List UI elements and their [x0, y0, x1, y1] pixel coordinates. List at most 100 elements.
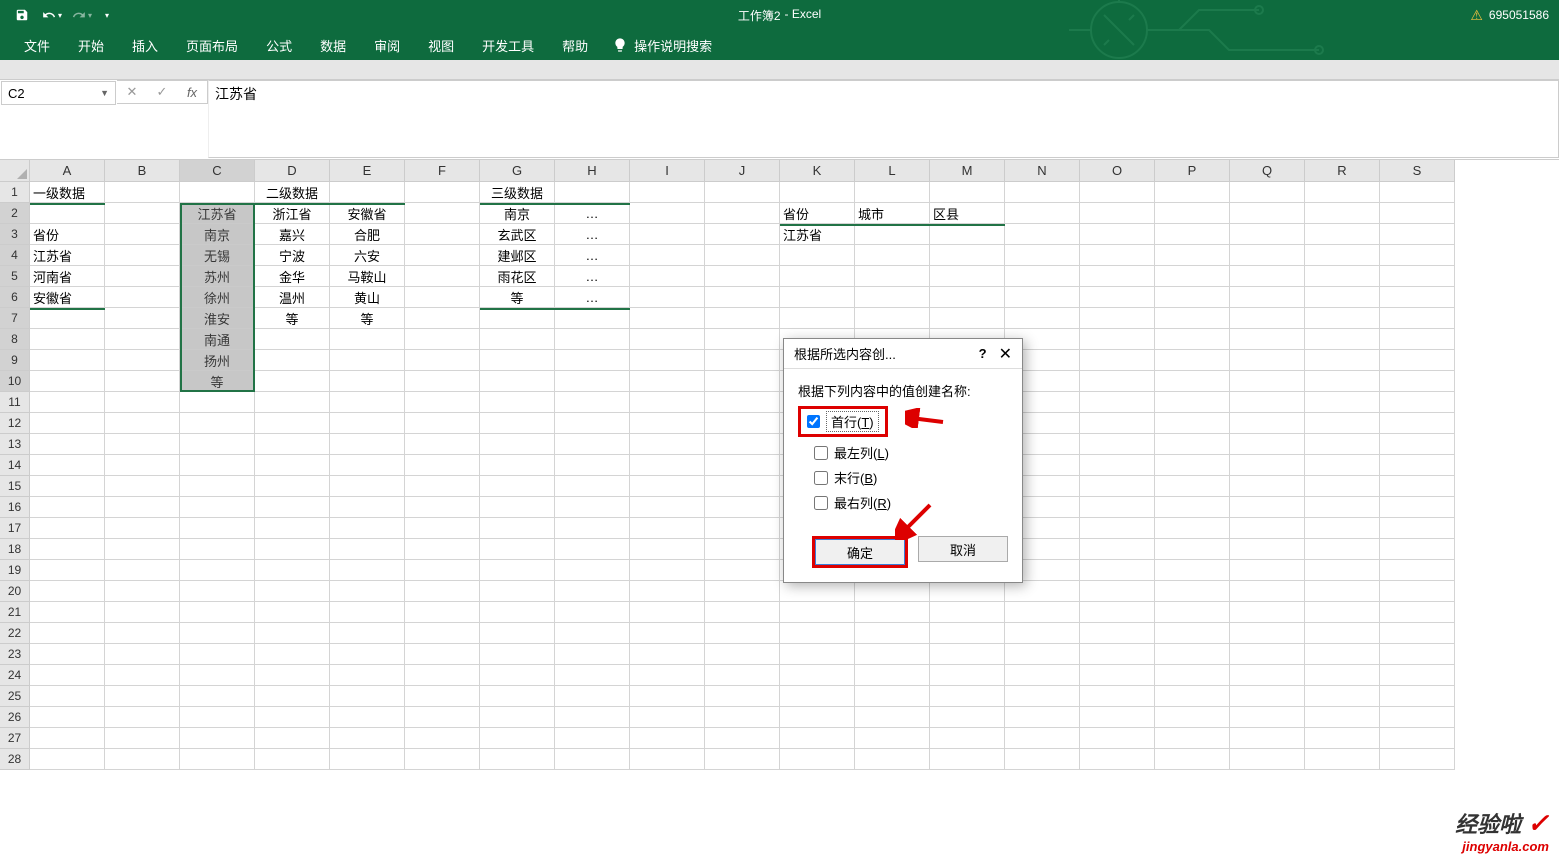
cell[interactable] — [1380, 728, 1455, 749]
cell[interactable] — [780, 287, 855, 308]
cell[interactable] — [1155, 686, 1230, 707]
cell[interactable]: 等 — [330, 308, 405, 329]
cell[interactable] — [1080, 644, 1155, 665]
cell[interactable] — [1305, 560, 1380, 581]
cell[interactable]: … — [555, 203, 630, 224]
cell[interactable] — [555, 413, 630, 434]
cell[interactable] — [705, 224, 780, 245]
cell[interactable] — [405, 518, 480, 539]
cell[interactable] — [1080, 665, 1155, 686]
cell[interactable] — [480, 329, 555, 350]
cell[interactable] — [330, 707, 405, 728]
cell[interactable] — [705, 497, 780, 518]
cell[interactable] — [630, 686, 705, 707]
cell[interactable] — [630, 287, 705, 308]
row-header[interactable]: 21 — [0, 602, 30, 623]
tab-formulas[interactable]: 公式 — [252, 30, 306, 61]
row-header[interactable]: 18 — [0, 539, 30, 560]
cell[interactable]: 无锡 — [180, 245, 255, 266]
cell[interactable] — [480, 665, 555, 686]
cell[interactable] — [180, 749, 255, 770]
cell[interactable] — [330, 728, 405, 749]
column-header[interactable]: S — [1380, 160, 1455, 182]
cell[interactable] — [480, 455, 555, 476]
cell[interactable] — [705, 434, 780, 455]
cell[interactable] — [705, 644, 780, 665]
cell[interactable] — [1230, 287, 1305, 308]
cell[interactable] — [1080, 182, 1155, 203]
cell[interactable] — [705, 602, 780, 623]
cell[interactable] — [255, 371, 330, 392]
cell[interactable] — [30, 686, 105, 707]
cell[interactable] — [255, 581, 330, 602]
cell[interactable] — [405, 665, 480, 686]
cell[interactable] — [930, 224, 1005, 245]
cell[interactable] — [1080, 224, 1155, 245]
cell[interactable] — [780, 182, 855, 203]
cell[interactable] — [930, 644, 1005, 665]
cell[interactable] — [1305, 749, 1380, 770]
cell[interactable] — [105, 518, 180, 539]
cell[interactable] — [1305, 602, 1380, 623]
formula-input[interactable]: 江苏省 — [208, 80, 1559, 158]
cell[interactable] — [780, 728, 855, 749]
cell[interactable] — [1080, 413, 1155, 434]
cell[interactable] — [105, 539, 180, 560]
cell[interactable] — [180, 623, 255, 644]
row-header[interactable]: 8 — [0, 329, 30, 350]
cell[interactable] — [630, 434, 705, 455]
cell[interactable] — [630, 707, 705, 728]
cell[interactable] — [105, 224, 180, 245]
tab-pagelayout[interactable]: 页面布局 — [172, 30, 252, 61]
cell[interactable]: 江苏省 — [30, 245, 105, 266]
cell[interactable] — [1380, 182, 1455, 203]
cell[interactable] — [855, 707, 930, 728]
cell[interactable] — [1080, 560, 1155, 581]
cell[interactable] — [705, 350, 780, 371]
cell[interactable] — [30, 392, 105, 413]
cell[interactable] — [1005, 203, 1080, 224]
cell[interactable] — [555, 644, 630, 665]
cell[interactable] — [1380, 455, 1455, 476]
cell[interactable] — [555, 602, 630, 623]
cell[interactable] — [705, 665, 780, 686]
cell[interactable] — [705, 371, 780, 392]
redo-button[interactable]: ▾ — [68, 3, 96, 27]
row-header[interactable]: 9 — [0, 350, 30, 371]
cell[interactable] — [555, 518, 630, 539]
cell[interactable] — [1155, 329, 1230, 350]
cell[interactable] — [1305, 707, 1380, 728]
cell[interactable] — [105, 644, 180, 665]
cell[interactable] — [630, 539, 705, 560]
cell[interactable] — [555, 686, 630, 707]
cell[interactable] — [480, 749, 555, 770]
cell[interactable] — [105, 728, 180, 749]
cell[interactable] — [1080, 287, 1155, 308]
cell[interactable] — [30, 707, 105, 728]
cell[interactable] — [855, 287, 930, 308]
cell[interactable] — [1380, 539, 1455, 560]
cell[interactable] — [480, 581, 555, 602]
cell[interactable] — [1080, 602, 1155, 623]
cell[interactable] — [255, 644, 330, 665]
cell[interactable] — [930, 266, 1005, 287]
cell[interactable] — [180, 728, 255, 749]
cell[interactable]: 江苏省 — [780, 224, 855, 245]
cell[interactable] — [555, 623, 630, 644]
cell[interactable] — [480, 539, 555, 560]
cell[interactable]: 扬州 — [180, 350, 255, 371]
cancel-button[interactable]: 取消 — [918, 536, 1008, 562]
cell[interactable] — [405, 644, 480, 665]
cell[interactable] — [1230, 707, 1305, 728]
cell[interactable] — [30, 728, 105, 749]
cell[interactable] — [1155, 350, 1230, 371]
cell[interactable] — [705, 539, 780, 560]
cell[interactable] — [330, 392, 405, 413]
ok-button[interactable]: 确定 — [815, 539, 905, 565]
cell[interactable] — [255, 350, 330, 371]
cell[interactable] — [330, 581, 405, 602]
cell[interactable] — [1230, 539, 1305, 560]
cell[interactable] — [780, 707, 855, 728]
cell[interactable]: 徐州 — [180, 287, 255, 308]
column-header[interactable]: J — [705, 160, 780, 182]
